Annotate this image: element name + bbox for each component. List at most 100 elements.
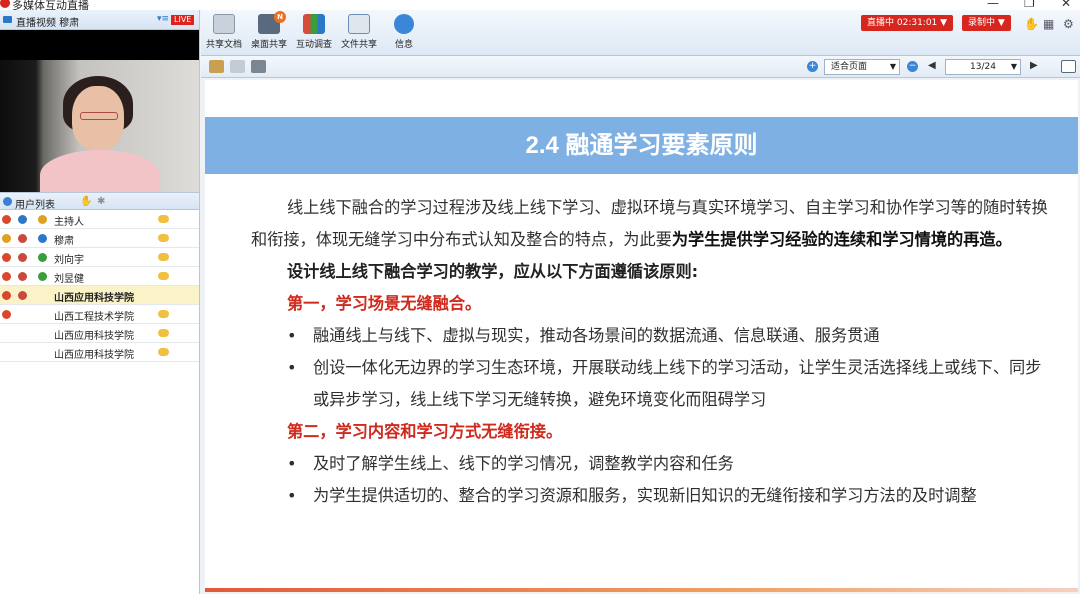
video-header: 直播视频 穆肃 ▾≡ LIVE: [0, 10, 199, 30]
live-status-button[interactable]: 直播中 02:31:01 ▼: [861, 15, 954, 31]
user-name: 山西工程技术学院: [54, 312, 134, 323]
camera-icon: [18, 272, 27, 281]
hand-icon[interactable]: ✋: [80, 196, 92, 207]
chat-icon[interactable]: [158, 348, 169, 356]
desktop-share-button[interactable]: N 桌面共享: [246, 11, 292, 50]
user-icon: [38, 253, 47, 262]
info-button[interactable]: 信息: [381, 14, 427, 50]
bullet-text: 为学生提供适切的、整合的学习资源和服务，实现新旧知识的无缝衔接和学习方法的及时调…: [313, 486, 977, 505]
page-indicator: 13/24: [970, 62, 996, 72]
open-folder-icon[interactable]: [209, 60, 224, 73]
layout-icon[interactable]: ▦: [1043, 17, 1054, 31]
point-heading-2: 第二，学习内容和学习方式无缝衔接。: [287, 422, 563, 441]
chat-icon[interactable]: [158, 310, 169, 318]
list-item[interactable]: 山西工程技术学院: [0, 305, 199, 324]
list-item[interactable]: 山西应用科技学院: [0, 324, 199, 343]
maximize-button[interactable]: ❐: [1024, 0, 1035, 10]
camera-icon: [3, 16, 12, 23]
bullet-item: • 融通线上与线下、虚拟与现实，推动各场景间的数据流通、信息联通、服务贯通: [251, 320, 1051, 352]
bullet-item: • 创设一体化无边界的学习生态环境，开展联动线上线下的学习活动，让学生灵活选择线上…: [251, 352, 1051, 416]
live-badge: LIVE: [171, 15, 195, 25]
bar-chart-icon: [303, 14, 325, 34]
list-item[interactable]: 刘昱健: [0, 267, 199, 286]
bullet-item: • 及时了解学生线上、线下的学习情况，调整教学内容和任务: [251, 448, 1051, 480]
chat-icon[interactable]: [158, 234, 169, 242]
mic-icon: [2, 253, 11, 262]
left-panel: 直播视频 穆肃 ▾≡ LIVE 用户列表 ✋ ✱ 主持人 穆肃 刘向宇 刘昱健 …: [0, 10, 200, 594]
prev-page-button[interactable]: ◀: [928, 60, 936, 71]
survey-button[interactable]: 互动调查: [291, 14, 337, 50]
desktop-share-label: 桌面共享: [250, 40, 287, 50]
share-doc-button[interactable]: 共享文档: [201, 14, 247, 50]
slide-title: 2.4 融通学习要素原则: [205, 117, 1078, 174]
gear-icon[interactable]: ⚙: [1063, 17, 1074, 31]
bullet-text: 及时了解学生线上、线下的学习情况，调整教学内容和任务: [313, 454, 734, 473]
info-label: 信息: [394, 40, 413, 50]
mic-icon: [2, 215, 11, 224]
user-list: 主持人 穆肃 刘向宇 刘昱健 山西应用科技学院 山西工程技术学院 山西应用科技学…: [0, 210, 199, 362]
page-select[interactable]: 13/24 ▼: [945, 59, 1021, 75]
user-name: 刘昱健: [54, 274, 84, 285]
bullet-dot: •: [287, 358, 297, 377]
list-item[interactable]: 主持人: [0, 210, 199, 229]
mic-icon: [2, 291, 11, 300]
settings-icon[interactable]: ✱: [97, 196, 105, 207]
list-item[interactable]: 山西应用科技学院: [0, 343, 199, 362]
video-menu-icon[interactable]: ▾≡: [157, 14, 169, 24]
slide-body: 线上线下融合的学习过程涉及线上线下学习、虚拟环境与真实环境学习、自主学习和协作学…: [251, 192, 1051, 512]
paragraph-emphasis: 为学生提供学习经验的连续和学习情境的再造。: [671, 230, 1012, 249]
chat-icon[interactable]: [158, 215, 169, 223]
zoom-out-button[interactable]: −: [907, 61, 918, 72]
user-name: 山西应用科技学院: [54, 293, 134, 304]
document-toolbar: + 适合页面 ▼ − ◀ 13/24 ▼ ▶: [201, 56, 1080, 78]
bullet-dot: •: [287, 486, 297, 505]
slide-page: 2.4 融通学习要素原则 线上线下融合的学习过程涉及线上线下学习、虚拟环境与真实…: [205, 80, 1078, 592]
slide-paragraph: 线上线下融合的学习过程涉及线上线下学习、虚拟环境与真实环境学习、自主学习和协作学…: [251, 192, 1051, 256]
user-icon: [38, 215, 47, 224]
chat-icon[interactable]: [158, 329, 169, 337]
close-button[interactable]: ✕: [1061, 0, 1071, 10]
minimize-button[interactable]: —: [987, 0, 999, 10]
user-name: 山西应用科技学院: [54, 331, 134, 342]
mic-icon: [2, 234, 11, 243]
user-name: 刘向宇: [54, 255, 84, 266]
chat-icon[interactable]: [158, 253, 169, 261]
document-icon: [213, 14, 235, 34]
save-doc-icon[interactable]: [230, 60, 245, 73]
user-list-header: 用户列表 ✋ ✱: [0, 192, 199, 211]
document-viewer: 2.4 融通学习要素原则 线上线下融合的学习过程涉及线上线下学习、虚拟环境与真实…: [201, 78, 1080, 594]
list-item[interactable]: 山西应用科技学院: [0, 286, 199, 305]
fit-page-value: 适合页面: [831, 62, 868, 72]
mic-icon: [2, 272, 11, 281]
file-share-label: 文件共享: [340, 40, 377, 50]
chevron-down-icon: ▼: [889, 62, 896, 71]
list-item[interactable]: 刘向宇: [0, 248, 199, 267]
chat-icon[interactable]: [158, 272, 169, 280]
user-name: 山西应用科技学院: [54, 350, 134, 361]
bullet-text: 创设一体化无边界的学习生态环境，开展联动线上线下的学习活动，让学生灵活选择线上或…: [313, 358, 1042, 409]
title-bar: 多媒体互动直播 — ❐ ✕: [0, 0, 1080, 10]
user-name: 穆肃: [54, 236, 74, 247]
fit-page-select[interactable]: 适合页面 ▼: [824, 59, 900, 75]
next-page-button[interactable]: ▶: [1030, 60, 1038, 71]
record-status-button[interactable]: 录制中 ▼: [962, 15, 1011, 31]
bullet-dot: •: [287, 326, 297, 345]
camera-icon: [18, 234, 27, 243]
survey-label: 互动调查: [295, 40, 332, 50]
video-feed: [0, 30, 199, 192]
chevron-down-icon: ▼: [1010, 62, 1017, 71]
new-badge: N: [274, 11, 286, 23]
list-item[interactable]: 穆肃: [0, 229, 199, 248]
app-logo-icon: [0, 0, 10, 8]
user-name: 主持人: [54, 217, 84, 228]
file-share-button[interactable]: 文件共享: [336, 14, 382, 50]
user-icon: [38, 272, 47, 281]
raise-hand-icon[interactable]: ✋: [1024, 17, 1039, 31]
bullet-item: • 为学生提供适切的、整合的学习资源和服务，实现新旧知识的无缝衔接和学习方法的及时…: [251, 480, 1051, 512]
fullscreen-icon[interactable]: [1061, 60, 1076, 73]
slide-subheading: 设计线上线下融合学习的教学，应从以下方面遵循该原则:: [287, 262, 699, 281]
print-icon[interactable]: [251, 60, 266, 73]
camera-icon: [18, 291, 27, 300]
zoom-in-button[interactable]: +: [807, 61, 818, 72]
user-list-title: 用户列表: [15, 200, 55, 211]
